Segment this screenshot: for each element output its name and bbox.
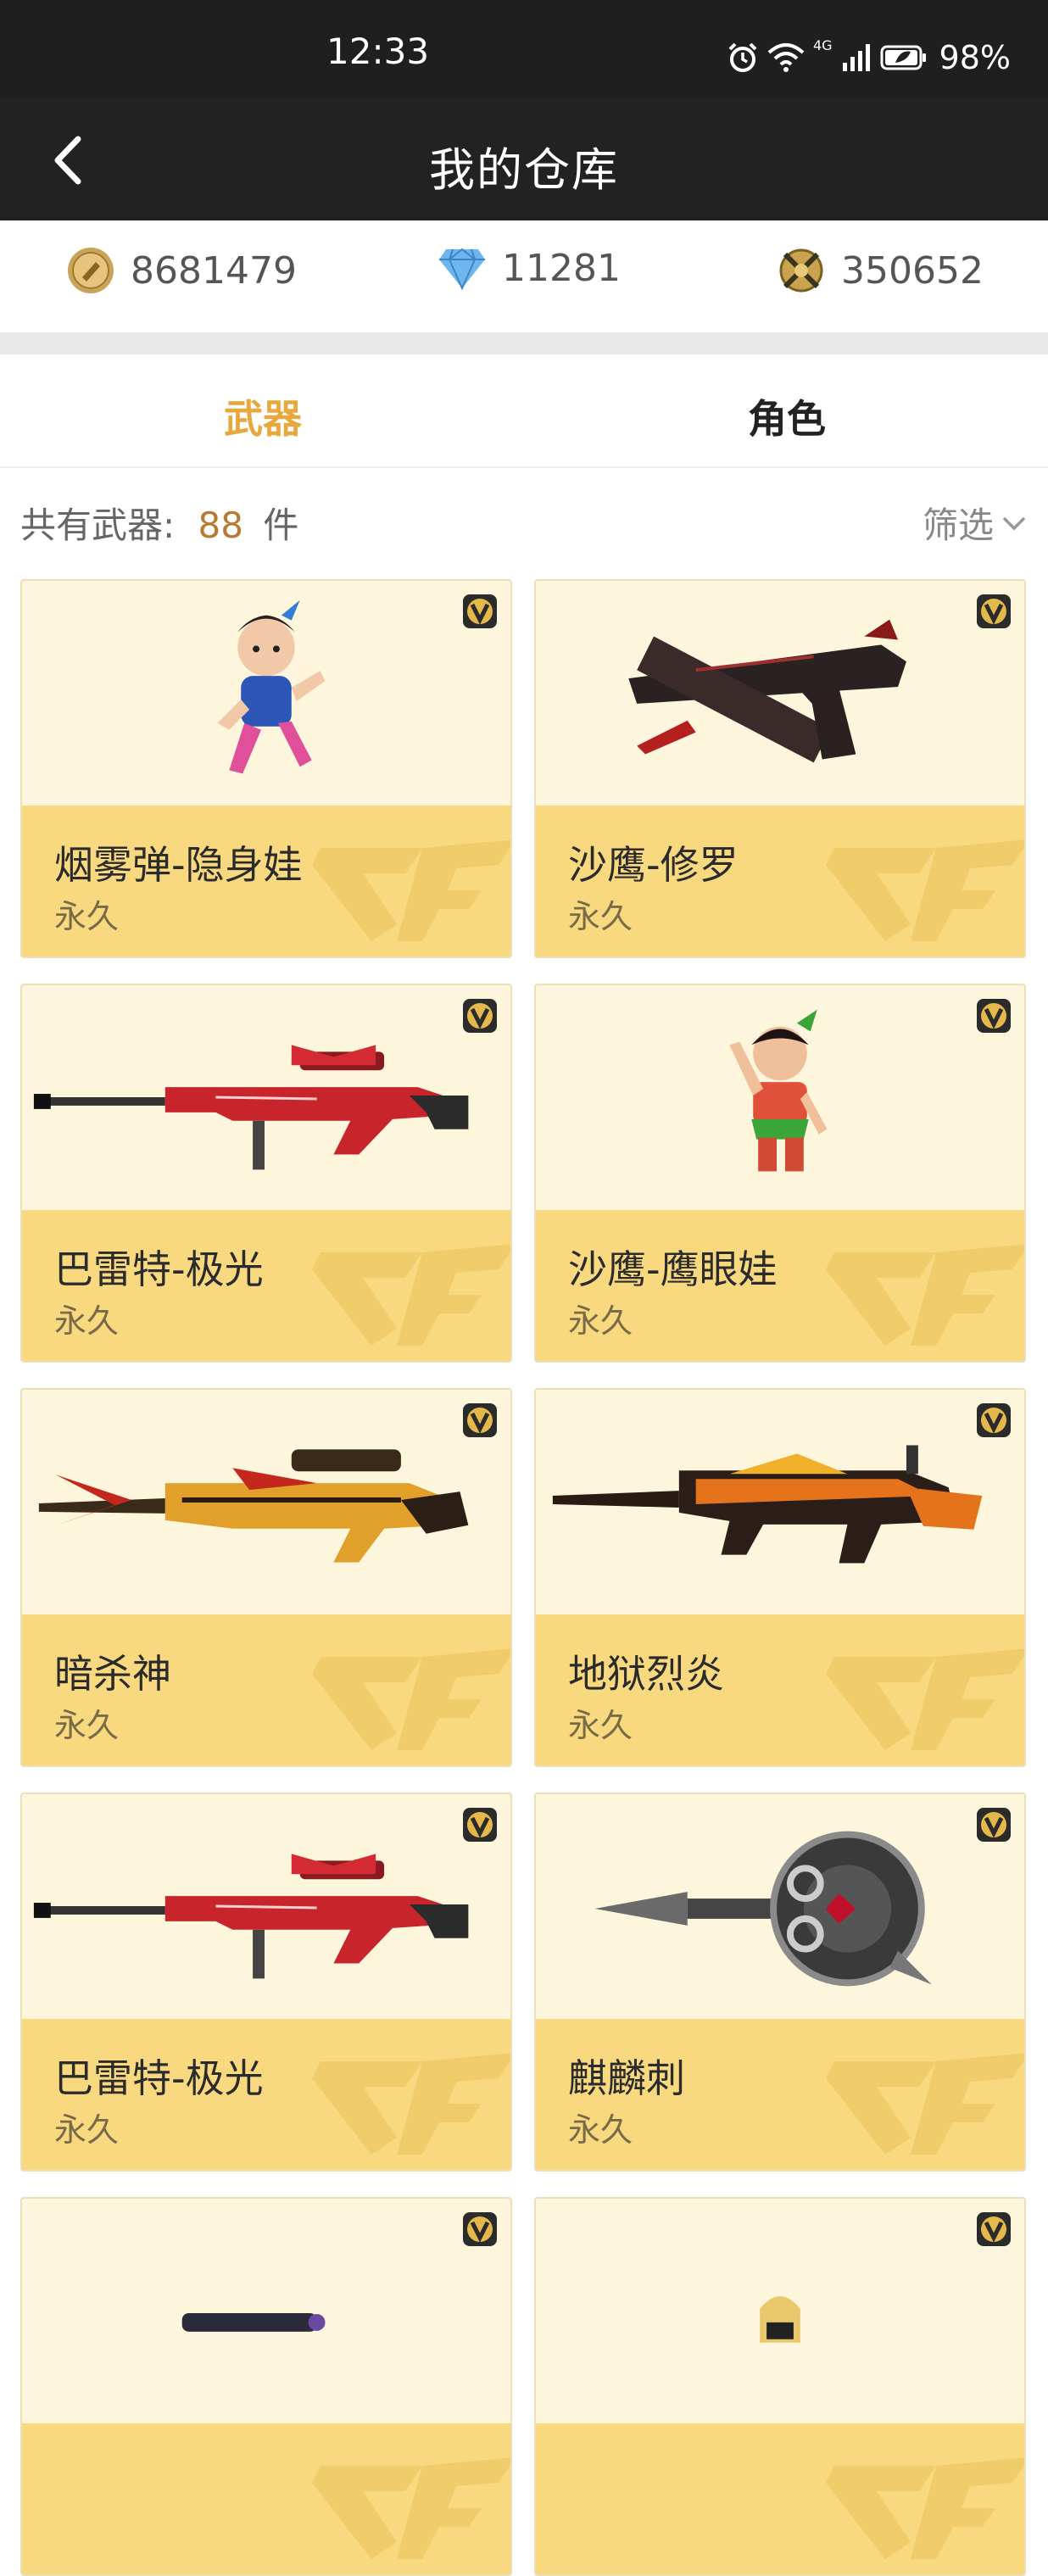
summary-row: 共有武器: 88 件 筛选 (0, 468, 1048, 570)
weapon-image (594, 1831, 932, 1987)
weapon-duration: 永久 (568, 898, 633, 935)
signal-icon (842, 44, 870, 71)
battery-icon (880, 45, 926, 70)
cf-logo-watermark-icon (312, 839, 510, 941)
count-unit: 件 (263, 505, 299, 546)
diamond-icon (439, 248, 485, 290)
section-divider (0, 332, 1048, 354)
currency-value: 11281 (502, 246, 621, 290)
vip-badge-icon (977, 2212, 1011, 2246)
network-type: 4G (812, 37, 833, 53)
weapon-image (217, 599, 326, 774)
status-time: 12:33 (326, 31, 430, 72)
weapon-image (729, 1009, 828, 1172)
weapon-name: 地狱烈炎 (568, 1651, 724, 1697)
weapon-image (760, 2296, 800, 2343)
currency-value: 350652 (841, 248, 984, 293)
currency-emblem: 350652 (777, 246, 984, 295)
cf-logo-watermark-icon (312, 1244, 510, 1346)
cf-logo-watermark-icon (312, 2457, 510, 2559)
alarm-icon (728, 42, 757, 72)
weapon-duration: 永久 (568, 1302, 633, 1340)
weapon-name: 巴雷特-极光 (54, 1246, 264, 1292)
currency-gold: 8681479 (66, 246, 297, 295)
weapon-card[interactable]: 暗杀神 永久 (20, 1388, 512, 1767)
card-info: 地狱烈炎 永久 (536, 1614, 1024, 1765)
weapon-name: 沙鹰-鹰眼娃 (568, 1246, 778, 1292)
cf-logo-watermark-icon (826, 1244, 1024, 1346)
card-info (536, 2423, 1024, 2574)
weapon-name: 麒麟刺 (568, 2055, 685, 2101)
card-info: 麒麟刺 永久 (536, 2019, 1024, 2170)
weapon-card[interactable]: 烟雾弹-隐身娃永久 (20, 579, 512, 958)
weapon-duration: 永久 (54, 2111, 120, 2149)
weapon-duration: 永久 (54, 1302, 120, 1340)
weapon-name: 烟雾弹-隐身娃 (54, 842, 303, 888)
currency-bar: 8681479 11281 350652 (0, 220, 1048, 332)
page-title: 我的仓库 (429, 143, 619, 197)
weapon-image (33, 1045, 469, 1170)
card-info: 巴雷特-极光永久 (22, 1210, 510, 1361)
cf-logo-watermark-icon (826, 1648, 1024, 1750)
count-number: 88 (198, 505, 243, 546)
weapon-duration: 永久 (54, 898, 120, 935)
tab-weapons[interactable]: 武器 (224, 388, 302, 444)
vip-badge-icon (463, 1808, 497, 1842)
cf-logo-watermark-icon (826, 2457, 1024, 2559)
count-prefix: 共有武器: (20, 505, 176, 546)
weapon-name: 暗杀神 (54, 1651, 171, 1697)
weapon-duration: 永久 (568, 1707, 633, 1744)
vip-badge-icon (977, 1808, 1011, 1842)
vip-badge-icon (977, 594, 1011, 628)
currency-diamond: 11281 (438, 246, 621, 290)
card-info: 巴雷特-极光永久 (22, 2019, 510, 2170)
weapon-name: 巴雷特-极光 (54, 2055, 264, 2101)
tab-bar: 武器 角色 (0, 354, 1048, 468)
cf-logo-watermark-icon (312, 2053, 510, 2155)
weapon-card[interactable]: 沙鹰-修罗永久 (534, 579, 1026, 958)
weapon-image (38, 1449, 469, 1563)
vip-badge-icon (977, 999, 1011, 1033)
weapon-image (33, 1854, 469, 1979)
battery-percent: 98% (939, 39, 1011, 76)
card-info: 沙鹰-鹰眼娃永久 (536, 1210, 1024, 1361)
wifi-icon (767, 43, 805, 72)
weapon-image (628, 619, 906, 763)
status-icons: 4G 98% (727, 37, 1011, 78)
filter-button[interactable]: 筛选 (923, 497, 1028, 549)
weapon-card[interactable] (20, 2197, 512, 2576)
weapon-card[interactable]: 沙鹰-鹰眼娃永久 (534, 984, 1026, 1363)
weapon-image (181, 2312, 326, 2332)
cf-logo-watermark-icon (826, 839, 1024, 941)
vip-badge-icon (463, 594, 497, 628)
weapon-image (552, 1445, 983, 1564)
item-count: 共有武器: 88 件 (20, 497, 298, 549)
weapon-duration: 永久 (54, 1707, 120, 1744)
chevron-down-icon (1002, 516, 1026, 530)
cf-logo-watermark-icon (826, 2053, 1024, 2155)
weapon-duration: 永久 (568, 2111, 633, 2149)
weapon-card[interactable]: 巴雷特-极光永久 (20, 984, 512, 1363)
weapon-card[interactable] (534, 2197, 1026, 2576)
vip-badge-icon (463, 2212, 497, 2246)
header: 我的仓库 (0, 97, 1048, 220)
card-info: 沙鹰-修罗永久 (536, 806, 1024, 956)
cf-logo-watermark-icon (312, 1648, 510, 1750)
vip-badge-icon (463, 1403, 497, 1437)
status-bar: 12:33 4G 98% (0, 0, 1048, 97)
vip-badge-icon (977, 1403, 1011, 1437)
gold-coin-icon (68, 248, 114, 293)
vip-badge-icon (463, 999, 497, 1033)
weapon-card[interactable]: 巴雷特-极光永久 (20, 1793, 512, 2172)
card-info (22, 2423, 510, 2574)
tab-characters[interactable]: 角色 (748, 388, 826, 444)
weapon-card[interactable]: 地狱烈炎 永久 (534, 1388, 1026, 1767)
card-info: 烟雾弹-隐身娃永久 (22, 806, 510, 956)
currency-value: 8681479 (131, 248, 297, 293)
crossed-swords-emblem-icon (779, 248, 823, 293)
weapon-card[interactable]: 麒麟刺 永久 (534, 1793, 1026, 2172)
weapon-name: 沙鹰-修罗 (568, 842, 739, 888)
card-info: 暗杀神 永久 (22, 1614, 510, 1765)
filter-label: 筛选 (922, 505, 994, 546)
